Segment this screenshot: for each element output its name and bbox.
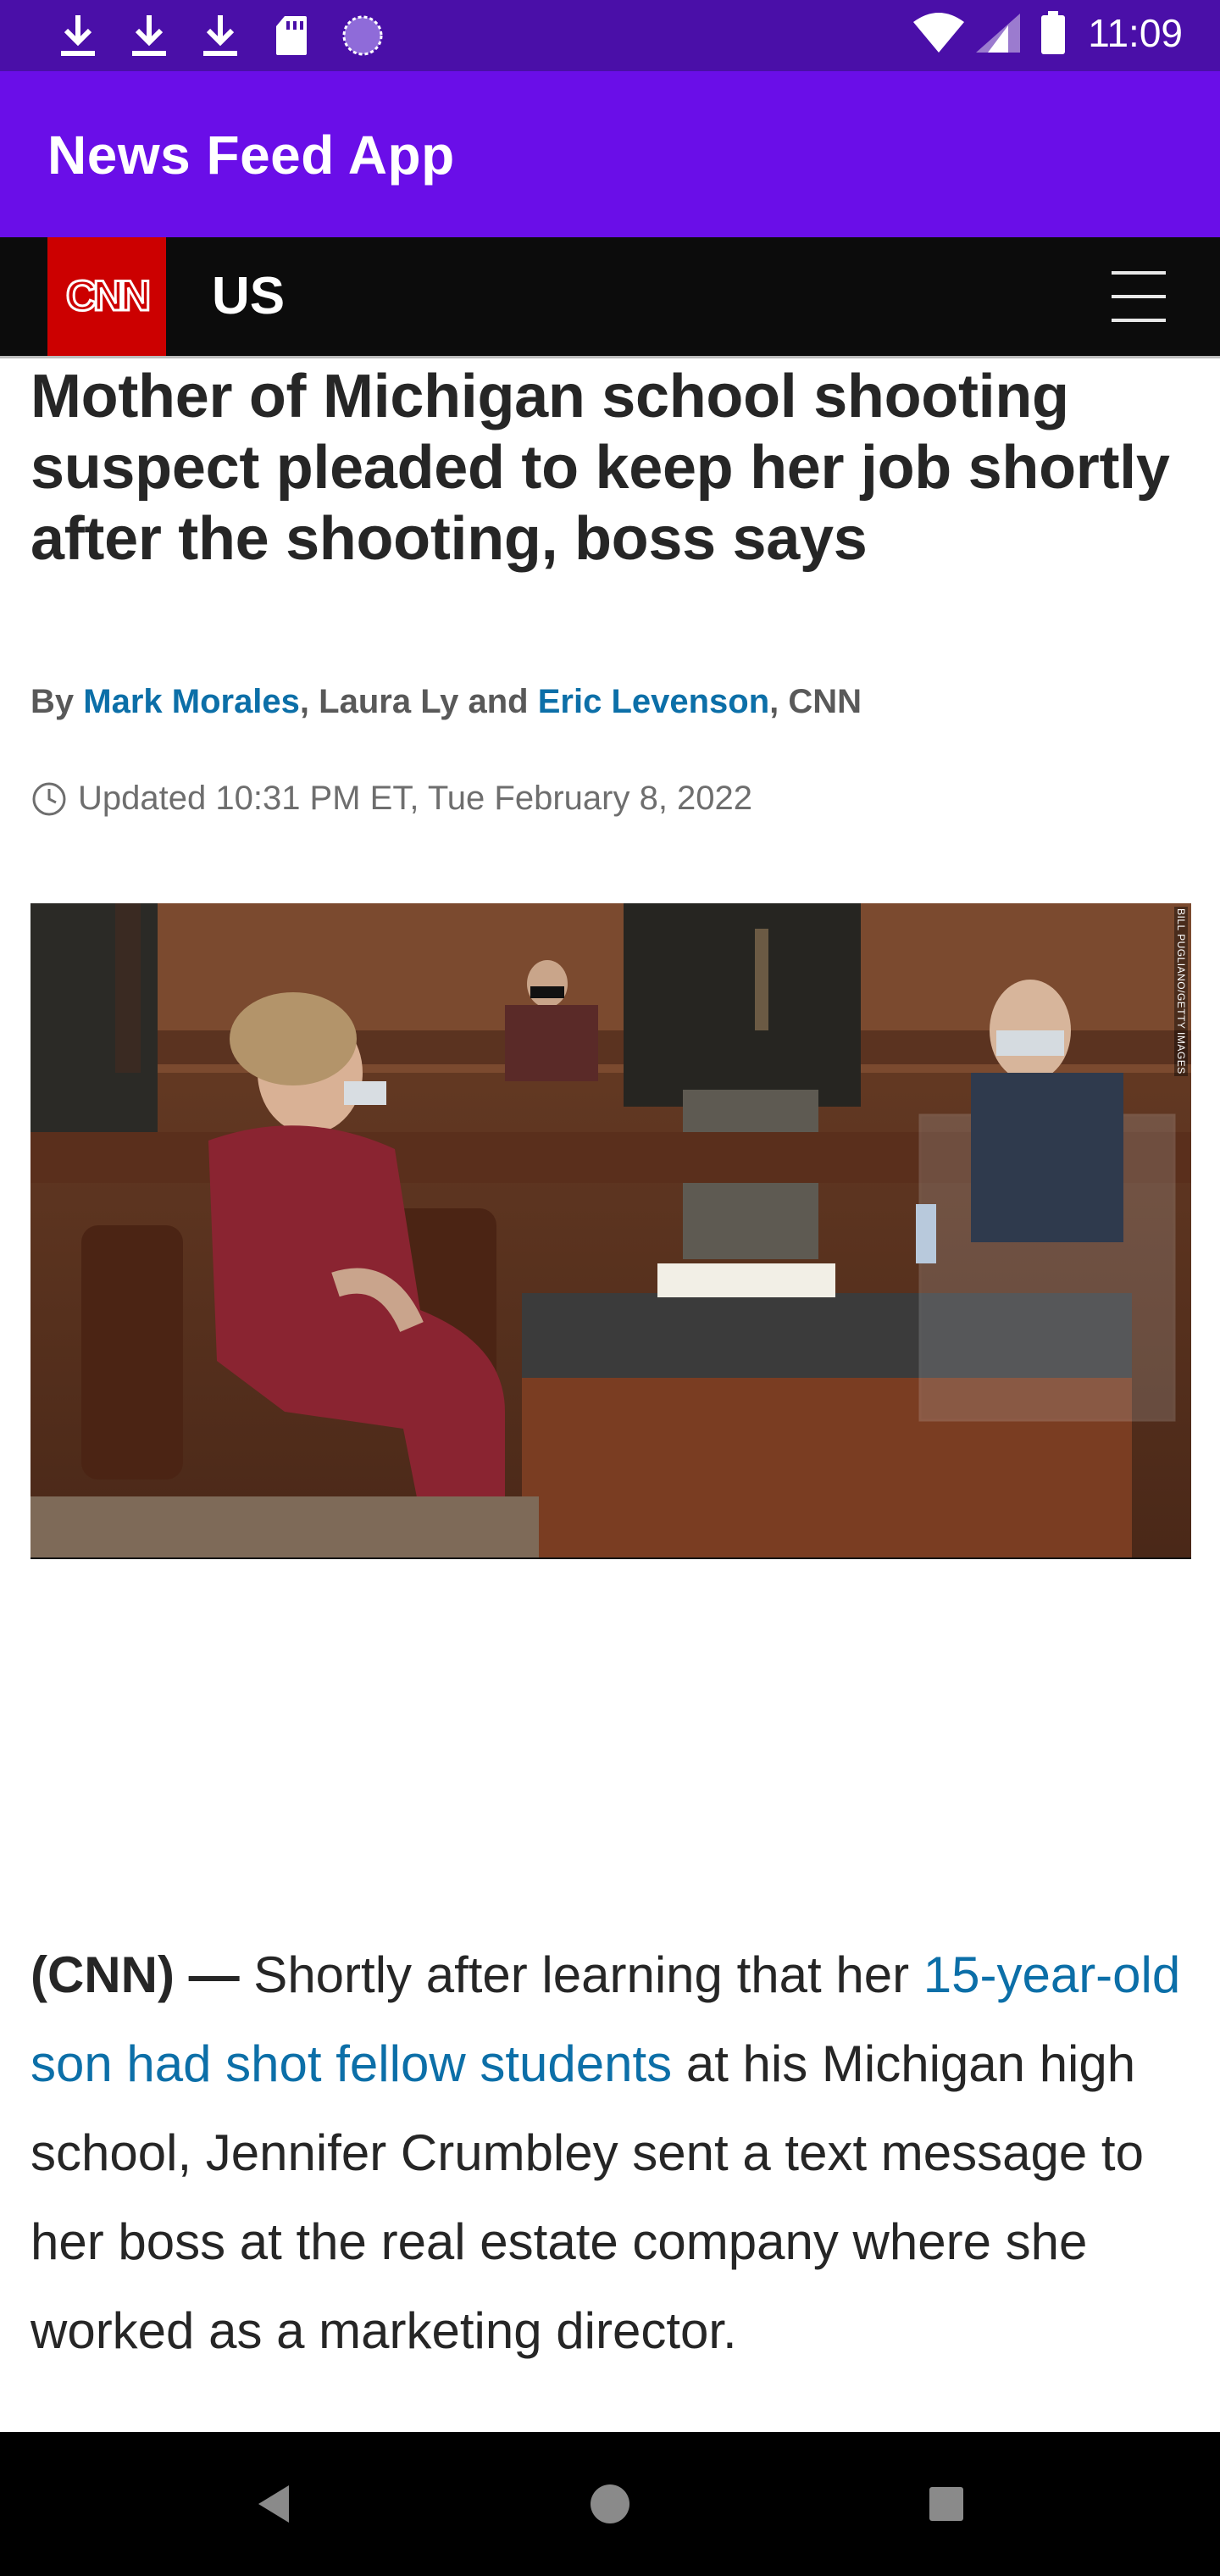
byline-suffix: , CNN	[769, 683, 862, 720]
notification-icons	[54, 12, 410, 59]
author-link-mark-morales[interactable]: Mark Morales	[83, 683, 300, 720]
recents-icon[interactable]	[874, 2432, 1018, 2576]
nav-divider	[0, 356, 1220, 358]
home-icon[interactable]	[538, 2432, 682, 2576]
body-text-start: Shortly after learning that her	[239, 1946, 923, 2003]
battery-icon	[1041, 11, 1066, 54]
app-title: News Feed App	[47, 125, 455, 186]
signal-icon	[976, 14, 1021, 53]
photo-credit: BILL PUGLIANO/GETTY IMAGES	[1174, 907, 1188, 1076]
system-status: 11:09	[912, 10, 1183, 56]
cnn-logo-icon: CNN	[64, 271, 152, 321]
download-icon	[197, 12, 244, 59]
system-navigation-bar	[0, 2432, 1220, 2576]
svg-text:CNN: CNN	[66, 272, 148, 319]
article-headline: Mother of Michigan school shooting suspe…	[30, 363, 1170, 573]
download-icon	[54, 12, 102, 59]
article-body-paragraph: (CNN) — Shortly after learning that her …	[30, 1930, 1200, 2375]
back-icon[interactable]	[202, 2432, 346, 2576]
download-icon	[125, 12, 173, 59]
byline-prefix: By	[30, 683, 84, 720]
loading-circle-icon	[339, 12, 386, 59]
updated-timestamp: Updated 10:31 PM ET, Tue February 8, 202…	[30, 780, 752, 818]
clock-icon	[32, 782, 66, 815]
wifi-icon	[913, 13, 965, 53]
updated-text: Updated 10:31 PM ET, Tue February 8, 202…	[78, 780, 753, 817]
sd-card-icon	[268, 12, 315, 59]
cnn-header: CNN US	[0, 237, 1220, 356]
app-bar: News Feed App	[0, 71, 1220, 237]
author-link-eric-levenson[interactable]: Eric Levenson	[538, 683, 769, 720]
dateline: (CNN) —	[30, 1946, 240, 2003]
article-photo[interactable]: BILL PUGLIANO/GETTY IMAGES	[30, 903, 1191, 1559]
status-bar: 11:09	[0, 0, 1220, 71]
byline-separator: , Laura Ly and	[299, 683, 538, 720]
hamburger-menu-icon[interactable]	[1112, 271, 1166, 322]
clock-time: 11:09	[1088, 11, 1183, 55]
cnn-logo[interactable]: CNN	[47, 237, 166, 356]
byline: By Mark Morales, Laura Ly and Eric Leven…	[30, 683, 1200, 721]
courtroom-image	[30, 903, 1191, 1557]
section-title[interactable]: US	[212, 266, 285, 326]
